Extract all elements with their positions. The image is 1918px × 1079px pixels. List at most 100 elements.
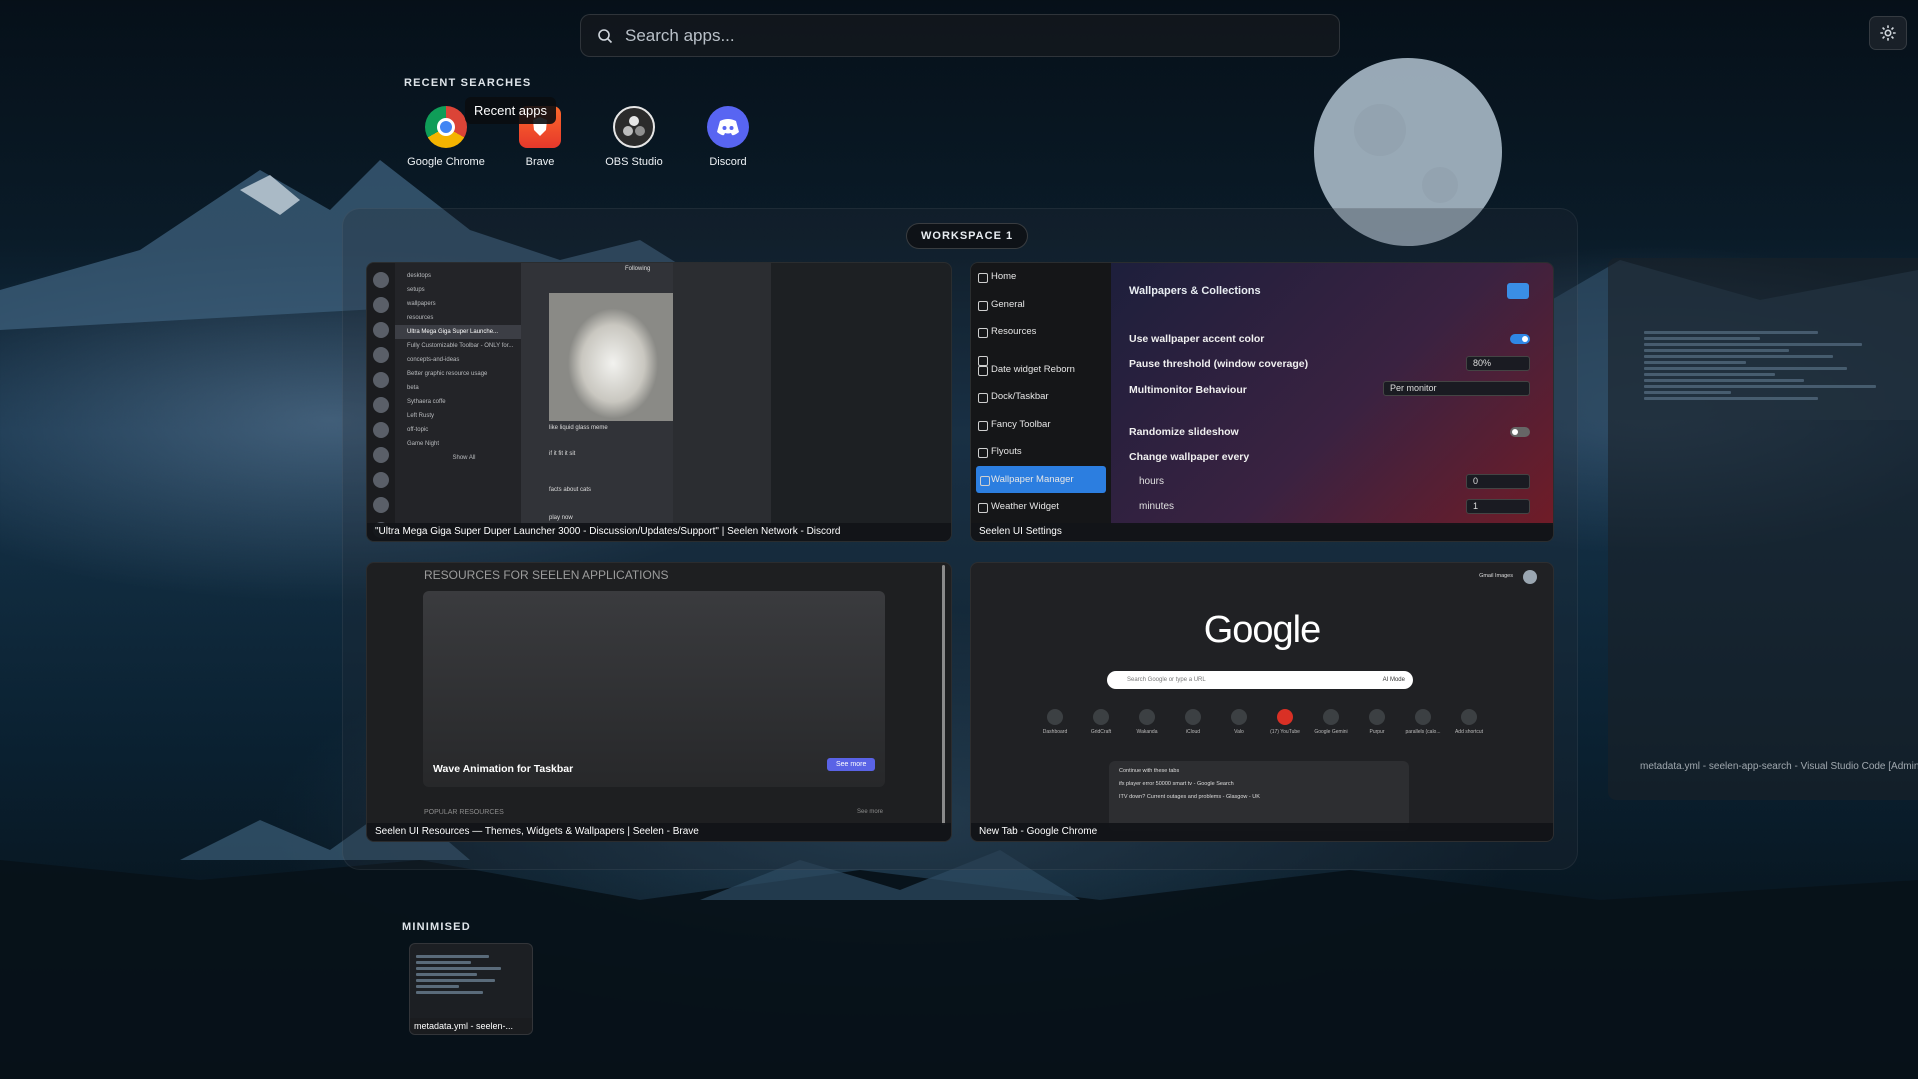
minimised-label: MINIMISED: [402, 921, 471, 933]
scrollbar[interactable]: [942, 565, 945, 825]
nav-item-general[interactable]: General: [971, 291, 1111, 319]
window-caption: metadata.yml - seelen-app-search - Visua…: [1640, 761, 1918, 772]
shortcut[interactable]: Dashboard: [1037, 709, 1073, 735]
shortcut[interactable]: Purpur: [1359, 709, 1395, 735]
shortcut[interactable]: Wakanda: [1129, 709, 1165, 735]
window-brave[interactable]: RESOURCES FOR SEELEN APPLICATIONS Wave A…: [366, 562, 952, 842]
minimised-window-vscode[interactable]: metadata.yml - seelen-...: [409, 943, 533, 1035]
obs-icon: [613, 106, 655, 148]
gear-icon: [1880, 25, 1896, 41]
continue-label: Continue with these tabs: [1119, 768, 1180, 774]
wallpaper-settings-panel: Wallpapers & Collections Use wallpaper a…: [1111, 263, 1553, 525]
ai-mode-button[interactable]: AI Mode: [1383, 671, 1405, 689]
channel-item: Better graphic resource usage: [407, 371, 488, 377]
channel-item: desktops: [407, 273, 432, 279]
chrome-icon: [425, 106, 467, 148]
recent-searches-label: RECENT SEARCHES: [404, 77, 532, 89]
window-seelen-settings[interactable]: Home General Resources Date widget Rebor…: [970, 262, 1554, 542]
code-preview: [1638, 328, 1918, 728]
multimonitor-select[interactable]: Per monitor: [1383, 381, 1530, 396]
nav-item-date-widget[interactable]: Date widget Reborn: [971, 356, 1111, 384]
shortcut[interactable]: (17) YouTube: [1267, 709, 1303, 735]
resource-card-title: Wave Animation for Taskbar: [433, 763, 574, 775]
search-placeholder: Search Google or type a URL: [1127, 677, 1206, 683]
use-accent-label: Use wallpaper accent color: [1129, 333, 1265, 345]
tab-suggestion[interactable]: ITV down? Current outages and problems -…: [1109, 787, 1409, 800]
continue-tabs-card[interactable]: Continue with these tabs ifx player erro…: [1109, 761, 1409, 831]
randomize-toggle[interactable]: [1510, 427, 1530, 437]
channel-item: resources: [407, 315, 434, 321]
nav-item-wallpaper-manager[interactable]: Wallpaper Manager: [976, 465, 1106, 493]
channel-item: beta: [407, 385, 419, 391]
shortcut[interactable]: GridCraft: [1083, 709, 1119, 735]
channel-item: Left Rusty: [407, 413, 435, 419]
offscreen-window-vscode[interactable]: metadata.yml - seelen-app-search - Visua…: [1608, 258, 1918, 800]
hours-input[interactable]: 0: [1466, 474, 1530, 489]
cat-image: [549, 293, 677, 421]
pause-threshold-input[interactable]: 80%: [1466, 356, 1530, 371]
window-discord[interactable]: desktops setups wallpapers resources Ult…: [366, 262, 952, 542]
search-icon: [598, 28, 613, 43]
pause-threshold-label: Pause threshold (window coverage): [1129, 358, 1309, 370]
nav-item-resources[interactable]: Resources: [971, 318, 1111, 346]
workspace-title[interactable]: WORKSPACE 1: [906, 223, 1029, 249]
top-links[interactable]: Gmail Images: [1479, 573, 1513, 579]
popular-resources-heading: POPULAR RESOURCES: [424, 809, 504, 816]
nav-item-flyouts[interactable]: Flyouts: [971, 438, 1111, 466]
window-caption: "Ultra Mega Giga Super Duper Launcher 30…: [367, 523, 951, 541]
google-search-box[interactable]: Search Google or type a URL AI Mode: [1107, 671, 1413, 689]
following-badge: Following: [625, 266, 651, 272]
window-caption: metadata.yml - seelen-...: [410, 1018, 532, 1034]
shortcut-add[interactable]: Add shortcut: [1451, 709, 1487, 735]
tab-suggestion[interactable]: ifx player error 50000 smart tv - Google…: [1109, 774, 1409, 787]
nav-item-weather[interactable]: Weather Widget: [971, 493, 1111, 521]
see-more-link[interactable]: See more: [857, 809, 883, 815]
app-name: Google Chrome: [407, 156, 485, 168]
nav-item-fancy-toolbar[interactable]: Fancy Toolbar: [971, 411, 1111, 439]
recent-app-obs[interactable]: OBS Studio: [586, 106, 682, 168]
show-all-link: Show All: [452, 455, 476, 461]
nav-divider: [971, 346, 1111, 366]
member-list: [673, 263, 771, 525]
nav-item-dock[interactable]: Dock/Taskbar: [971, 383, 1111, 411]
app-search-bar[interactable]: [580, 14, 1340, 57]
resources-heading: RESOURCES FOR SEELEN APPLICATIONS: [424, 568, 669, 582]
server-list: [367, 263, 395, 538]
shortcut[interactable]: Valo: [1221, 709, 1257, 735]
channel-item: off-topic: [407, 427, 429, 433]
settings-nav: Home General Resources Date widget Rebor…: [971, 263, 1111, 525]
settings-button[interactable]: [1869, 16, 1907, 50]
shortcut[interactable]: Google Gemini: [1313, 709, 1349, 735]
recent-apps-tooltip: Recent apps: [465, 97, 556, 124]
window-caption: New Tab - Google Chrome: [971, 823, 1553, 841]
hours-label: hours: [1139, 476, 1165, 487]
discord-icon: [707, 106, 749, 148]
search-input[interactable]: [625, 25, 1305, 46]
recent-app-discord[interactable]: Discord: [680, 106, 776, 168]
google-logo: Google: [1203, 609, 1322, 651]
channel-item: setups: [407, 287, 425, 293]
window-chrome[interactable]: Gmail Images Google Search Google or typ…: [970, 562, 1554, 842]
shortcut[interactable]: parallels (calo...: [1405, 709, 1441, 735]
app-name: OBS Studio: [605, 156, 663, 168]
collection-image-icon[interactable]: [1507, 283, 1529, 299]
resource-card[interactable]: [423, 591, 885, 787]
code-preview: [410, 944, 532, 994]
use-accent-toggle[interactable]: [1510, 334, 1530, 344]
minutes-input[interactable]: 1: [1466, 499, 1530, 514]
minutes-label: minutes: [1139, 501, 1175, 512]
nav-item-home[interactable]: Home: [971, 263, 1111, 291]
randomize-label: Randomize slideshow: [1129, 426, 1239, 438]
change-every-label: Change wallpaper every: [1129, 451, 1250, 463]
channel-item: Fully Customizable Toolbar - ONLY for...: [407, 343, 514, 349]
profile-avatar[interactable]: [1523, 570, 1537, 584]
multimonitor-label: Multimonitor Behaviour: [1129, 384, 1247, 396]
see-more-button[interactable]: See more: [827, 758, 876, 771]
channel-item: Sythaera coffe: [407, 399, 446, 405]
channel-item: concepts-and-ideas: [407, 357, 460, 363]
app-name: Brave: [525, 156, 555, 168]
channel-item: wallpapers: [407, 301, 436, 307]
shortcut[interactable]: iCloud: [1175, 709, 1211, 735]
panel-title: Wallpapers & Collections: [1129, 285, 1261, 297]
channel-list: desktops setups wallpapers resources Ult…: [395, 263, 521, 525]
